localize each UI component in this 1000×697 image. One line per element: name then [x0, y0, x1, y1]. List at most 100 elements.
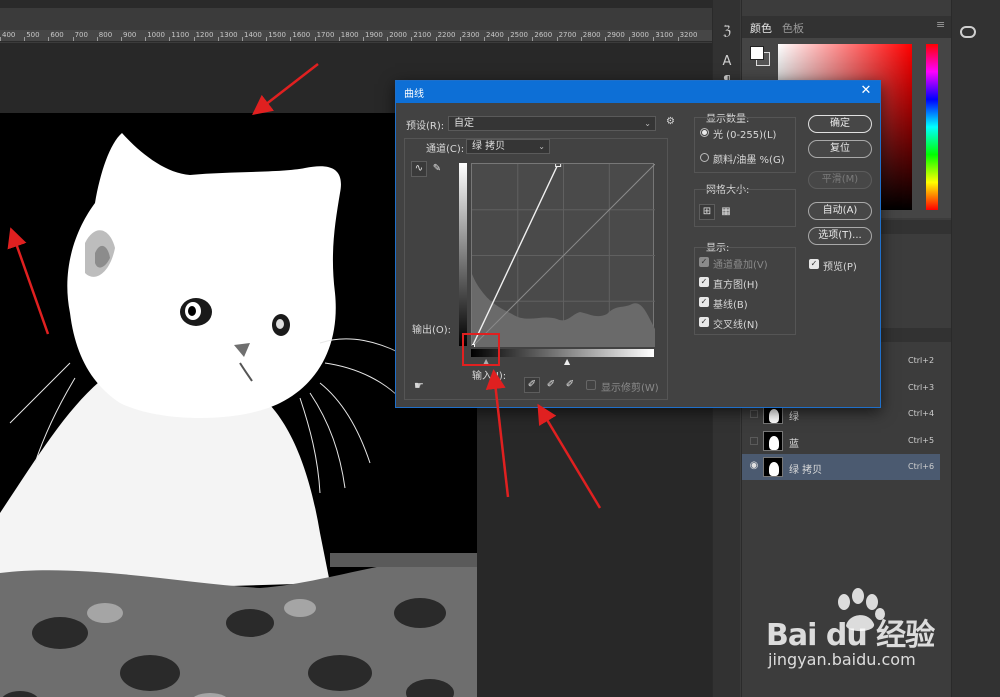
preset-options-gear-icon[interactable]: ⚙ — [666, 116, 675, 127]
white-eyedropper-icon[interactable]: ✐ — [562, 377, 578, 393]
channel-value: 绿 拷贝 — [472, 141, 506, 152]
baidu-watermark: Bai du 经验 jingyan.baidu.com — [766, 588, 946, 678]
visibility-eye-icon[interactable]: ◉ — [748, 460, 760, 472]
ruler-tick-mark — [459, 37, 461, 41]
ruler-tick-mark — [435, 37, 437, 41]
ok-button[interactable]: 确定 — [808, 115, 872, 133]
close-icon[interactable]: ✕ — [858, 83, 874, 99]
preview-checkbox[interactable]: ✓ — [809, 259, 819, 269]
channel-shortcut: Ctrl+3 — [908, 382, 935, 392]
curve-point-tool-icon[interactable]: ∿ — [411, 161, 427, 177]
histogram-label: 直方图(H) — [713, 280, 759, 291]
history-icon[interactable]: ℨ — [719, 24, 735, 40]
gray-eyedropper-icon[interactable]: ✐ — [543, 377, 559, 393]
detailed-grid-icon[interactable]: ▦ — [718, 204, 734, 220]
preset-label: 预设(R): — [406, 121, 445, 132]
tab-color[interactable]: 颜色 — [750, 20, 772, 36]
preset-select[interactable]: 自定 ⌄ — [448, 116, 656, 131]
ruler-tick-mark — [605, 37, 606, 41]
ruler-tick-mark — [0, 37, 1, 41]
pigment-radio-label: 颜料/油墨 %(G) — [713, 155, 785, 166]
ruler-tick-mark — [24, 37, 26, 41]
channel-shortcut: Ctrl+5 — [908, 435, 935, 445]
options-button[interactable]: 选项(T)... — [808, 227, 872, 245]
simple-grid-icon[interactable]: ⊞ — [699, 204, 715, 220]
ruler-tick-mark — [266, 37, 268, 41]
ruler-tick-mark — [48, 37, 50, 41]
auto-button[interactable]: 自动(A) — [808, 202, 872, 220]
visibility-eye-icon[interactable] — [750, 410, 758, 418]
foreground-color-swatch[interactable] — [750, 46, 764, 60]
chevron-down-icon: ⌄ — [538, 142, 545, 151]
horizontal-ruler: 400 500 600 700 800 900 1000 1100 1200 1300 1400 15… — [0, 30, 712, 42]
watermark-brand: Bai du 经验 — [766, 618, 935, 653]
ruler-tick-mark — [508, 37, 510, 41]
output-label: 输出(O): — [412, 325, 452, 336]
pencil-icon[interactable]: ✎ — [429, 161, 445, 177]
ruler-tick-label: 2800 — [582, 31, 601, 39]
ruler-tick-label: 3200 — [679, 31, 698, 39]
intersection-label: 交叉线(N) — [713, 320, 759, 331]
panel-menu-icon[interactable]: ≡ — [936, 18, 945, 31]
ruler-tick-label: 1800 — [340, 31, 359, 39]
intersection-checkbox[interactable]: ✓ — [699, 317, 709, 327]
channel-shortcut: Ctrl+4 — [908, 409, 935, 418]
white-point-slider-icon[interactable]: ▲ — [564, 357, 570, 366]
dialog-titlebar[interactable]: 曲线 ✕ — [396, 81, 880, 103]
ruler-tick-mark — [217, 37, 219, 41]
ruler-tick-mark — [629, 37, 631, 41]
output-gradient — [459, 163, 467, 346]
ruler-tick-label: 2300 — [461, 31, 480, 39]
curve-graph[interactable] — [469, 161, 656, 350]
histogram-checkbox[interactable]: ✓ — [699, 277, 709, 287]
reset-button[interactable]: 复位 — [808, 140, 872, 158]
channel-shortcut: Ctrl+2 — [908, 356, 935, 365]
ruler-tick-label: 1100 — [171, 31, 190, 39]
ruler-tick-label: 3000 — [631, 31, 650, 39]
channel-label: 通道(C): — [426, 144, 465, 155]
channel-row[interactable]: ◉ 绿 拷贝 Ctrl+6 — [742, 454, 940, 480]
light-radio[interactable] — [700, 128, 709, 137]
channel-row[interactable]: 蓝 Ctrl+5 — [742, 428, 940, 454]
ruler-tick-label: 2900 — [607, 31, 625, 39]
character-icon[interactable]: A — [719, 54, 735, 70]
ruler-tick-label: 800 — [98, 31, 113, 39]
ruler-tick-mark — [314, 37, 316, 41]
baseline-label: 基线(B) — [713, 300, 748, 311]
dialog-title: 曲线 — [404, 89, 424, 100]
ruler-tick-mark — [169, 37, 171, 41]
tab-swatches[interactable]: 色板 — [782, 20, 804, 36]
libraries-dock — [951, 0, 1000, 697]
pigment-radio[interactable] — [700, 153, 709, 162]
visibility-eye-icon[interactable] — [750, 436, 758, 445]
ruler-tick-mark — [193, 37, 195, 41]
ruler-tick-mark — [580, 37, 582, 41]
channel-select[interactable]: 绿 拷贝 ⌄ — [466, 139, 550, 154]
ruler-tick-mark — [484, 37, 485, 41]
channel-overlay-checkbox[interactable]: ✓ — [699, 257, 709, 267]
smooth-button[interactable]: 平滑(M) — [808, 171, 872, 189]
hue-slider[interactable] — [926, 44, 938, 210]
black-eyedropper-icon[interactable]: ✐ — [524, 377, 540, 393]
channel-name: 绿 — [789, 412, 799, 423]
input-label: 输入(I): — [472, 371, 507, 382]
ruler-tick-label: 600 — [50, 31, 64, 39]
channel-name: 蓝 — [789, 438, 799, 450]
ruler-tick-label: 2700 — [558, 31, 577, 39]
ruler-tick-mark — [72, 37, 74, 41]
light-radio-label: 光 (0-255)(L) — [713, 130, 777, 141]
channel-overlay-label: 通道叠加(V) — [713, 260, 768, 271]
ruler-tick-label: 1600 — [292, 31, 311, 39]
target-adjust-hand-icon[interactable]: ☛ — [414, 379, 424, 392]
photoshop-window: 400 500 600 700 800 900 1000 1100 1200 1300 1400 15… — [0, 0, 1000, 697]
ruler-tick-label: 1700 — [316, 31, 335, 39]
baseline-checkbox[interactable]: ✓ — [699, 297, 709, 307]
ruler-tick-label: 1300 — [219, 31, 238, 39]
channel-name: 绿 拷贝 — [789, 465, 823, 476]
ruler-tick-label: 1500 — [268, 31, 287, 39]
ruler-tick-label: 3100 — [655, 31, 674, 39]
ruler-tick-label: 2100 — [413, 31, 432, 39]
creative-cloud-icon[interactable] — [960, 26, 976, 38]
ruler-tick-label: 1000 — [147, 31, 166, 39]
show-clipping-checkbox[interactable] — [586, 380, 596, 390]
